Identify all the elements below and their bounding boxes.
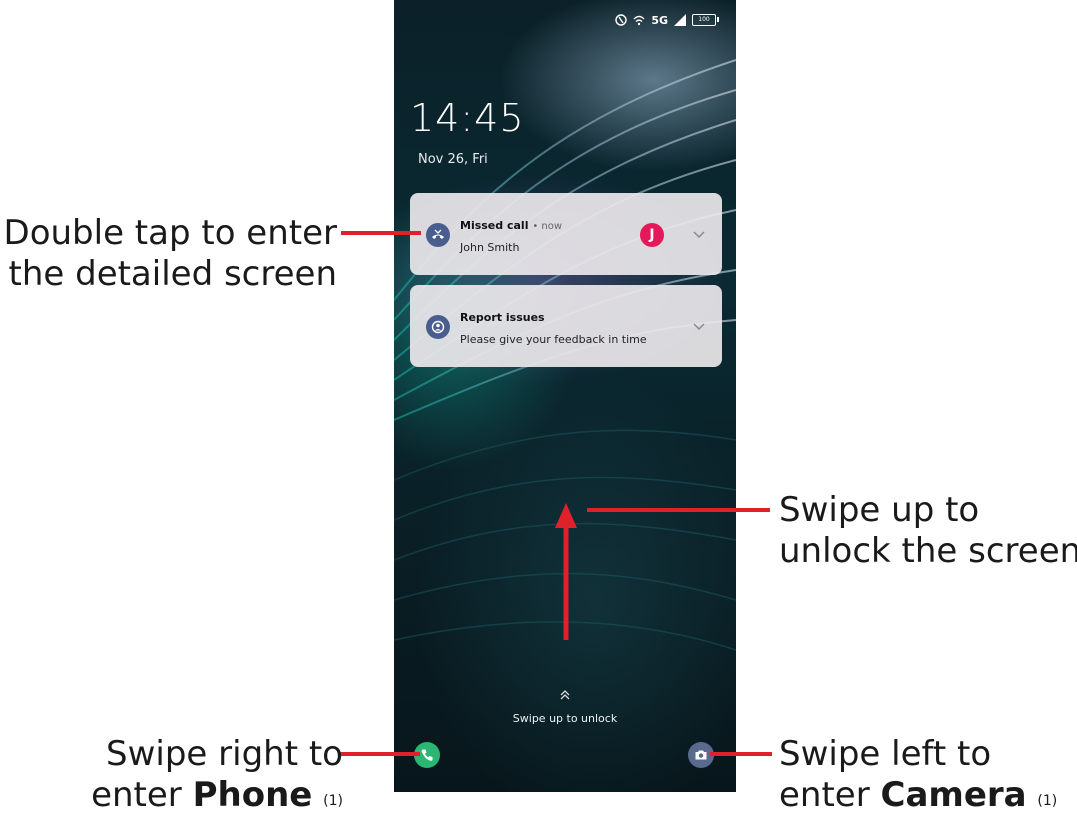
lockscreen-clock: 14:45	[410, 96, 525, 140]
callout-double-tap: Double tap to enter the detailed screen	[3, 213, 337, 294]
chevron-down-icon[interactable]	[692, 319, 706, 333]
notification-body: John Smith	[460, 241, 520, 254]
wifi-icon	[633, 15, 645, 26]
notification-report-issues[interactable]: Report issues Please give your feedback …	[410, 285, 722, 367]
chevron-up-icon	[560, 690, 570, 700]
signal-icon	[674, 14, 686, 26]
phone-lockscreen: 5G 100 14:45 Nov 26, Fri Missed call • n…	[394, 0, 736, 792]
battery-icon: 100	[692, 14, 719, 26]
camera-icon	[695, 750, 707, 760]
callout-phone: Swipe right to enter Phone (1)	[91, 734, 343, 815]
callout-camera: Swipe left to enter Camera (1)	[779, 734, 1058, 815]
avatar: J	[640, 223, 664, 247]
phone-icon	[421, 749, 433, 761]
chevron-down-icon[interactable]	[692, 227, 706, 241]
notification-body: Please give your feedback in time	[460, 333, 647, 346]
notification-missed-call[interactable]: Missed call • now John Smith J	[410, 193, 722, 275]
lockscreen-date: Nov 26, Fri	[418, 152, 488, 167]
unlock-hint: Swipe up to unlock	[512, 712, 618, 725]
notification-time: now	[541, 221, 563, 232]
notification-title: Report issues	[460, 311, 545, 324]
notification-title: Missed call • now	[460, 219, 563, 232]
camera-shortcut-button[interactable]	[688, 742, 714, 768]
callout-swipe-up: Swipe up to unlock the screen	[779, 490, 1077, 571]
network-type: 5G	[651, 13, 668, 27]
phone-shortcut-button[interactable]	[414, 742, 440, 768]
missed-call-icon	[426, 223, 450, 247]
nfc-icon	[615, 14, 628, 26]
feedback-icon	[426, 315, 450, 339]
status-bar: 5G 100	[615, 12, 719, 28]
